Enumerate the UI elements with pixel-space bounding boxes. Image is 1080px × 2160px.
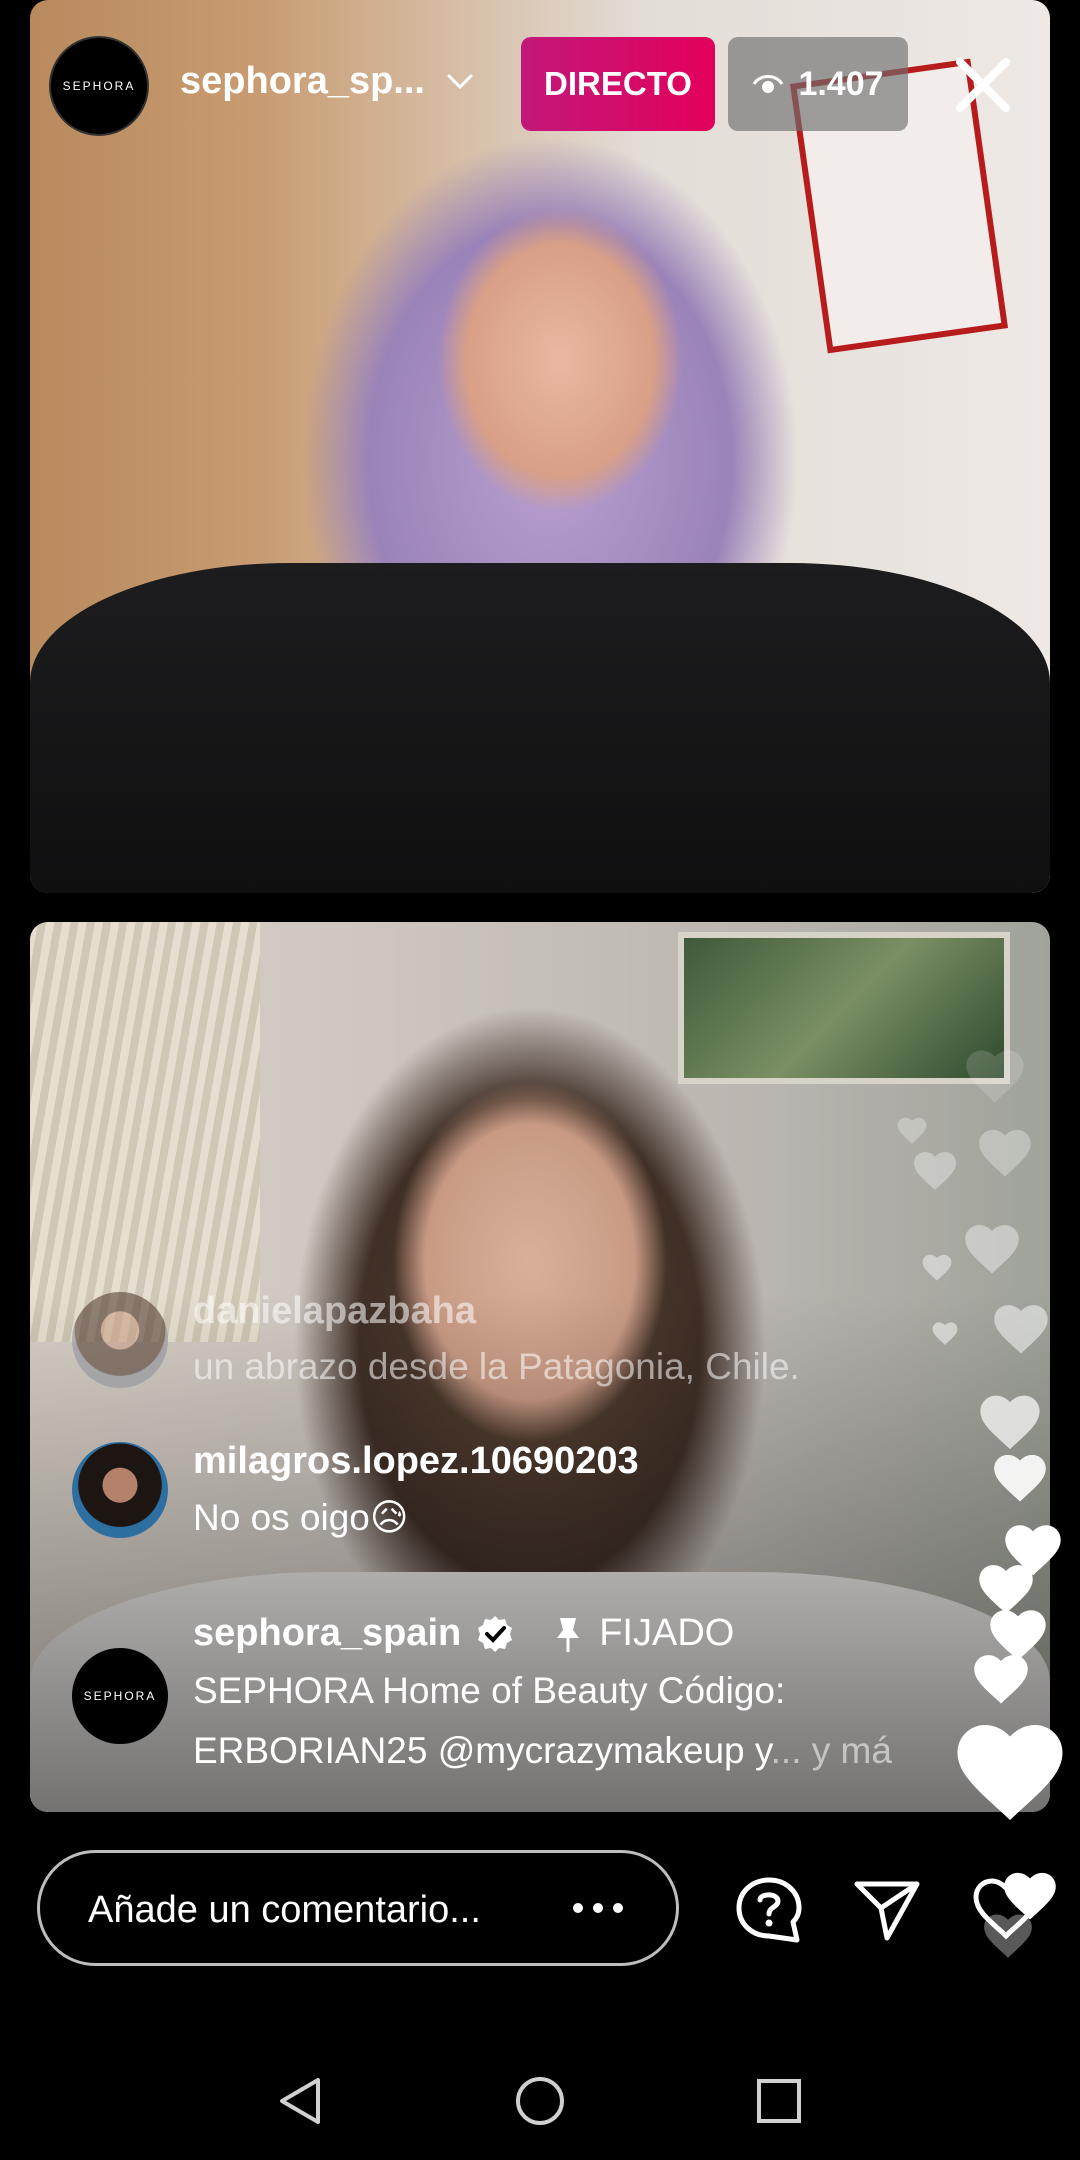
close-icon[interactable] [948,50,1018,120]
floating-heart-icon [965,1225,1019,1274]
comment-avatar[interactable] [72,1292,168,1388]
viewer-count-badge[interactable]: 1.407 [728,37,908,131]
back-triangle-icon[interactable] [274,2074,328,2128]
comment-item: danielapazbaha un abrazo desde la Patago… [72,1290,952,1390]
background-macrame [30,922,260,1342]
viewer-count: 1.407 [798,64,884,103]
comment-item: milagros.lopez.10690203 No os oigo😥 [72,1440,952,1540]
floating-heart-icon [980,1395,1040,1450]
host-avatar[interactable]: SEPHORA [49,36,149,136]
recents-square-icon[interactable] [752,2074,806,2128]
floating-heart-icon [994,1305,1048,1354]
heart-icon[interactable] [970,1874,1042,1946]
comment-username[interactable]: danielapazbaha [193,1290,476,1333]
floating-heart-icon [932,1322,958,1345]
pinned-comment: SEPHORA sephora_spain FIJADO SEPHORA Hom… [72,1612,952,1772]
chevron-down-icon[interactable] [445,66,475,96]
live-badge: DIRECTO [521,37,715,131]
send-icon[interactable] [851,1874,923,1946]
avatar-logo-text: SEPHORA [62,79,136,93]
verified-icon [478,1615,513,1652]
system-nav-bar [0,2040,1080,2160]
comment-avatar[interactable] [72,1442,168,1538]
comment-username[interactable]: milagros.lopez.10690203 [193,1440,639,1483]
avatar-logo-text: SEPHORA [83,1689,157,1703]
pinned-text-line-1: SEPHORA Home of Beauty Código: [193,1670,786,1711]
pinned-avatar[interactable]: SEPHORA [72,1648,168,1744]
eye-icon [753,75,784,93]
see-more-link[interactable]: ... y má [771,1730,892,1771]
pinned-header: sephora_spain FIJADO [193,1612,734,1655]
floating-heart-icon [897,1117,927,1144]
pinned-username[interactable]: sephora_spain [193,1612,461,1655]
pin-icon [557,1617,580,1652]
floating-heart-icon [914,1152,956,1190]
host-video-feed [30,0,1050,893]
floating-heart-icon [979,1129,1031,1177]
floating-heart-icon [966,1050,1024,1103]
host-username[interactable]: sephora_sp... [180,60,425,103]
question-bubble-icon[interactable] [733,1874,805,1946]
home-circle-icon[interactable] [513,2074,567,2128]
pinned-text: ERBORIAN25 @mycrazymakeup y [193,1730,771,1771]
host-shirt [30,563,1050,893]
pinned-text-line-2: ERBORIAN25 @mycrazymakeup y... y má [193,1730,892,1772]
floating-heart-icon [922,1254,952,1281]
comment-input[interactable]: Añade un comentario... [37,1850,679,1966]
comment-text: No os oigo😥 [193,1497,409,1538]
comment-placeholder: Añade un comentario... [88,1889,481,1931]
pinned-label: FIJADO [599,1612,735,1654]
comment-text: un abrazo desde la Patagonia, Chile. [193,1346,800,1387]
more-dots-icon[interactable] [568,1883,628,1933]
floating-heart-icon [957,1725,1063,1820]
floating-heart-icon [974,1655,1028,1704]
floating-heart-icon [994,1454,1046,1502]
